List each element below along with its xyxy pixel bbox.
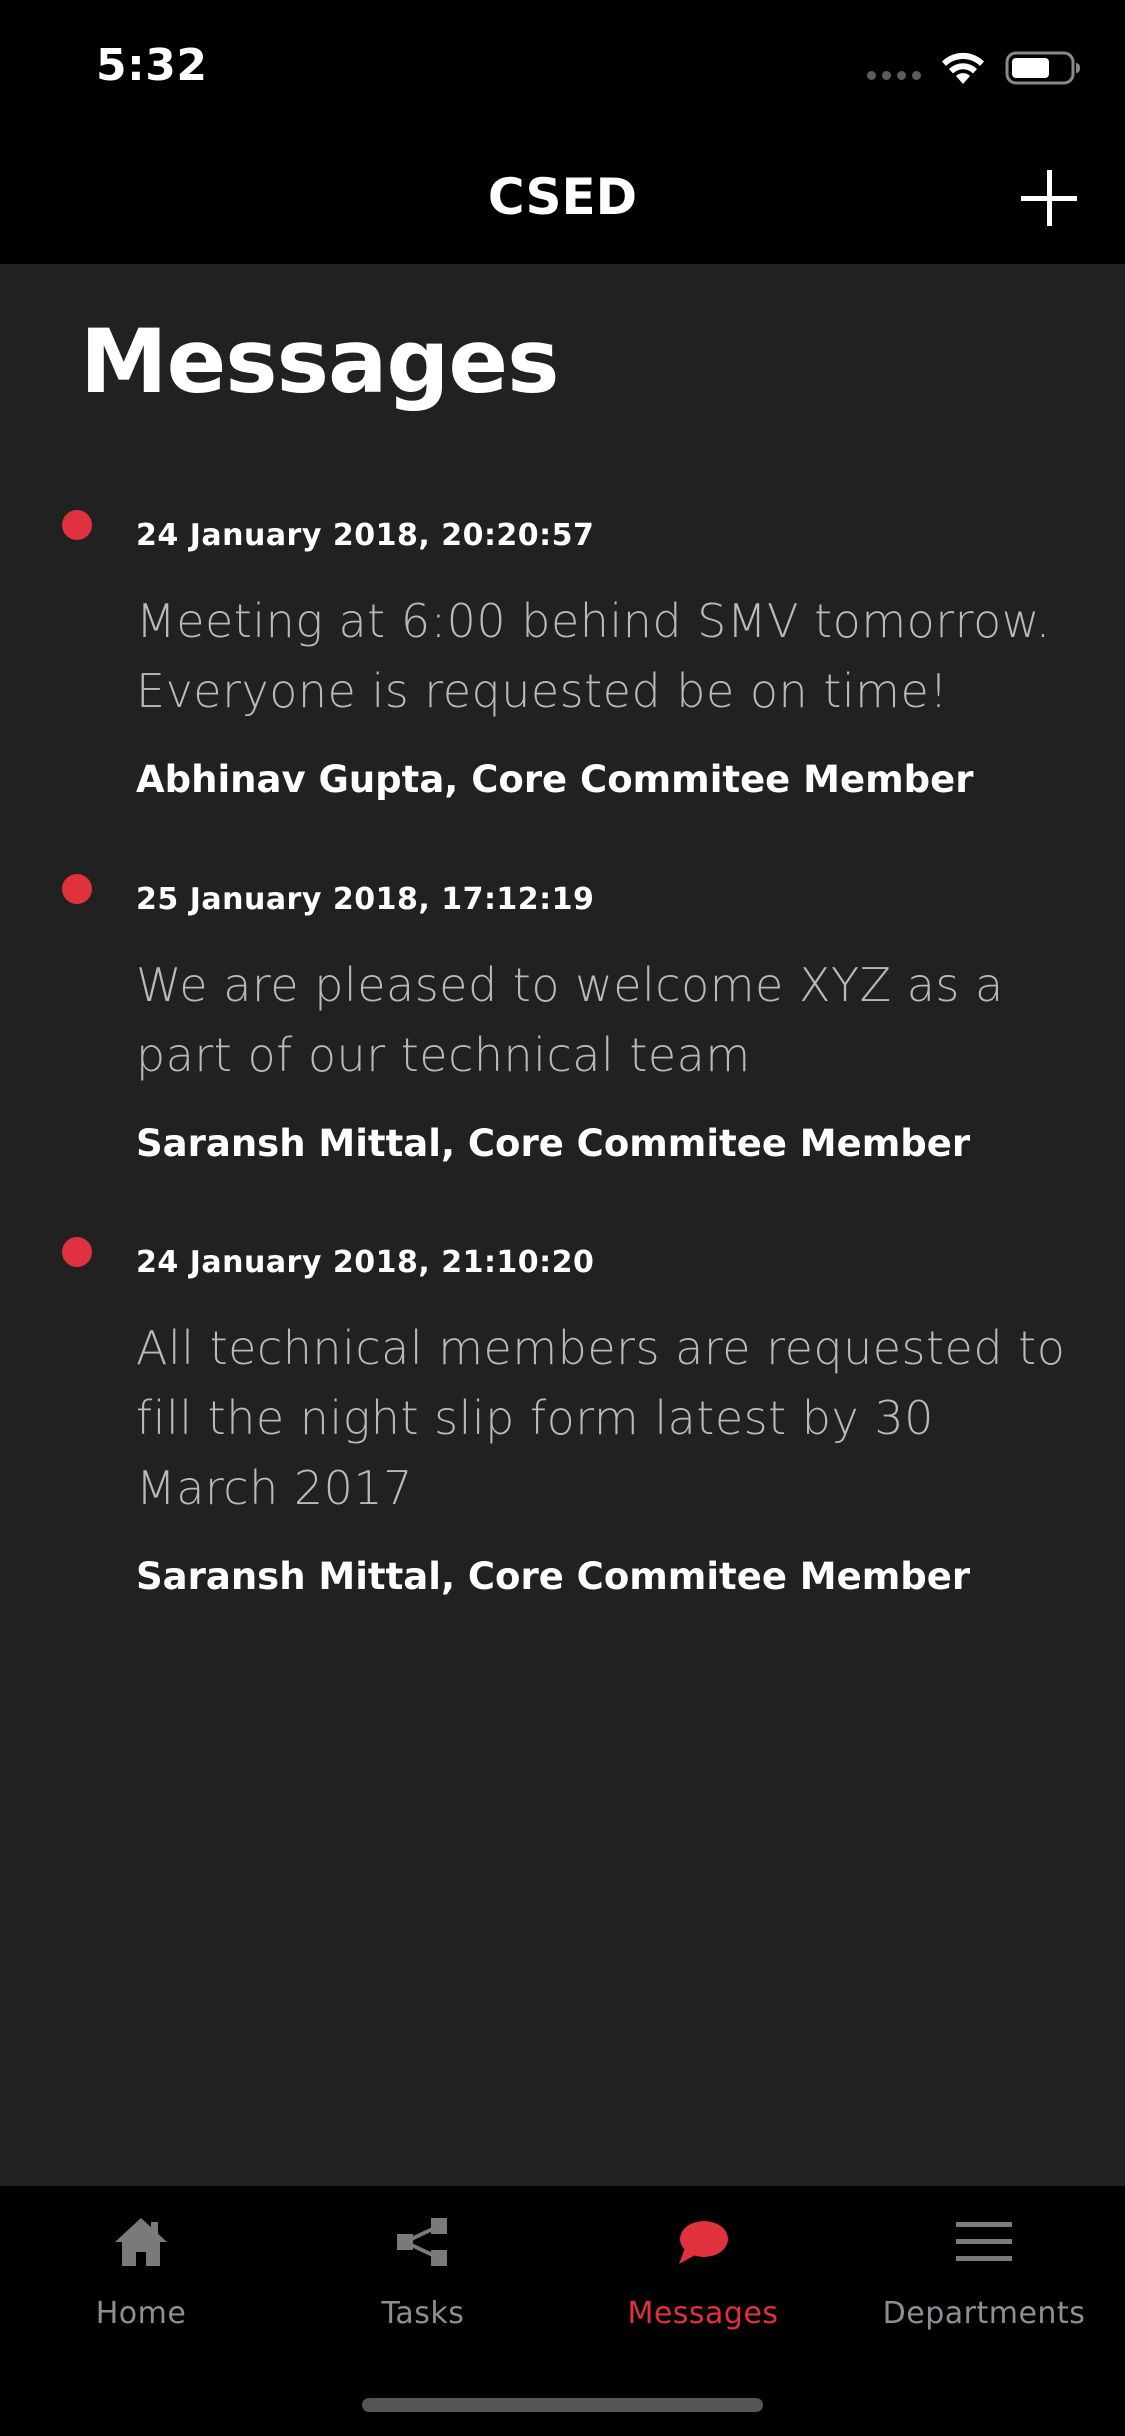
plus-icon[interactable]	[1021, 170, 1077, 226]
unread-dot-icon	[62, 874, 92, 904]
message-body: We are pleased to welcome XYZ as a part …	[136, 958, 1004, 1082]
share-nodes-icon	[397, 2218, 447, 2266]
unread-dot-icon	[62, 1237, 92, 1267]
top-bar: 5:32 CSED	[0, 0, 1125, 264]
message-date: 24 January 2018, 20:20:57	[136, 518, 595, 553]
status-time: 5:32	[96, 40, 208, 91]
battery-icon	[1005, 51, 1080, 85]
tab-messages[interactable]: Messages	[562, 2186, 844, 2356]
message-body: All technical members are requested to f…	[136, 1321, 1066, 1515]
tab-tasks[interactable]: Tasks	[282, 2186, 564, 2356]
message-author: Abhinav Gupta, Core Commitee Member	[136, 758, 974, 801]
status-icons	[867, 48, 1081, 88]
message-author: Saransh Mittal, Core Commitee Member	[136, 1555, 971, 1598]
message-body: Meeting at 6:00 behind SMV tomorrow. Eve…	[136, 594, 1051, 718]
unread-dot-icon	[62, 510, 92, 540]
message-date: 25 January 2018, 17:12:19	[136, 882, 595, 917]
tab-departments[interactable]: Departments	[843, 2186, 1125, 2356]
hamburger-icon	[956, 2222, 1012, 2261]
message-author: Saransh Mittal, Core Commitee Member	[136, 1122, 971, 1165]
speech-bubble-icon	[679, 2221, 728, 2264]
signal-dots	[867, 70, 921, 80]
tab-label: Departments	[882, 2296, 1086, 2331]
tab-label: Messages	[627, 2296, 779, 2331]
tab-home[interactable]: Home	[0, 2186, 282, 2356]
page-title: Messages	[80, 310, 559, 413]
house-icon	[115, 2218, 167, 2266]
home-indicator[interactable]	[362, 2398, 763, 2412]
tab-label: Home	[95, 2296, 187, 2331]
tab-label: Tasks	[381, 2296, 465, 2331]
nav-title: CSED	[487, 168, 638, 226]
wifi-icon	[942, 52, 984, 84]
message-date: 24 January 2018, 21:10:20	[136, 1245, 595, 1280]
